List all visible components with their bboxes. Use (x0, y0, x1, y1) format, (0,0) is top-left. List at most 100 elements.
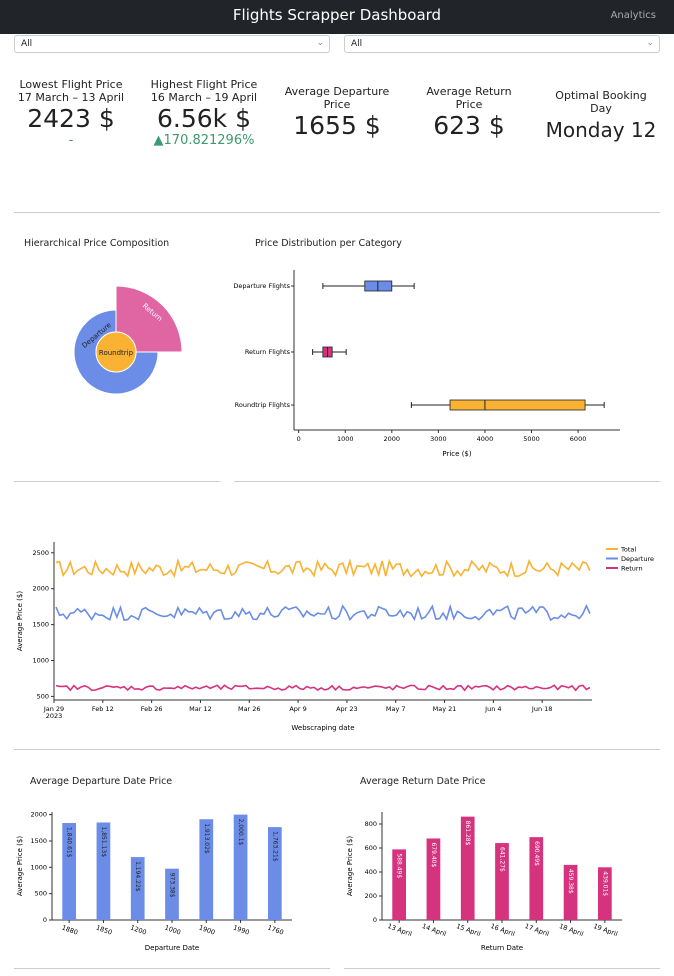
x-axis-label: Return Date (481, 944, 523, 952)
y-tick-label: 400 (365, 868, 377, 876)
kpi-lowest-price: Lowest Flight Price 17 March – 13 April … (8, 78, 134, 148)
bar-value-label: 690.49$ (533, 841, 540, 866)
filter-dropdown-2[interactable]: All ⌄ (344, 35, 660, 53)
x-tick-label: 6000 (570, 435, 587, 443)
divider (344, 968, 660, 969)
x-tick-label: 1760 (266, 924, 284, 937)
navbar: Flights Scrapper Dashboard Analytics (0, 0, 674, 34)
y-tick-label: 500 (37, 692, 49, 700)
y-tick-label: 2000 (32, 585, 49, 593)
bar-value-label: 1,194.22$ (134, 861, 141, 892)
x-tick-label: 1200 (129, 924, 147, 937)
box-chart: 0 1000 2000 3000 4000 5000 6000 Price ($) Depart… (233, 270, 620, 458)
filter-dropdown-1[interactable]: All ⌄ (14, 35, 330, 53)
kpi-label-2: Price (455, 98, 483, 111)
x-tick-label: Jun 18 (531, 705, 553, 713)
divider (14, 749, 660, 750)
x-tick-label: 2023 (46, 712, 63, 720)
y-axis-label: Average Price ($) (346, 836, 354, 896)
divider (234, 481, 660, 482)
kpi-value: 1655 $ (293, 111, 381, 140)
bar-value-label: 679.40$ (430, 842, 437, 867)
bar-value-label: 439.01$ (601, 871, 608, 896)
x-tick-label: Apr 9 (289, 705, 306, 713)
x-tick-label: 5000 (523, 435, 540, 443)
kpi-value: 623 $ (433, 111, 505, 140)
y-tick-label: 200 (365, 892, 377, 900)
chevron-down-icon: ⌄ (316, 38, 324, 48)
sunburst-svg: RoundtripDepartureReturn (73, 285, 183, 395)
kpi-label: Average Return (426, 85, 512, 98)
x-tick-label: 0 (297, 435, 301, 443)
legend-label: Departure (621, 555, 654, 563)
x-tick-label: Mar 26 (238, 705, 261, 713)
y-tick-label: 1500 (30, 837, 47, 845)
filter-value: All (21, 39, 33, 49)
x-tick-label: 1990 (232, 924, 250, 937)
x-tick-label: May 21 (433, 705, 457, 713)
y-tick-label: 1000 (30, 863, 47, 871)
box-roundtrip-flights (449, 399, 586, 411)
x-tick-label: Feb 12 (92, 705, 114, 713)
x-tick-label: 15 April (455, 922, 482, 938)
y-tick-label: 1000 (32, 657, 49, 665)
y-tick-label: 1500 (32, 621, 49, 629)
y-tick-label: 0 (373, 916, 377, 924)
x-tick-label: 14 April (421, 922, 448, 938)
x-tick-label: Feb 26 (141, 705, 163, 713)
y-tick-label: 600 (365, 844, 377, 852)
legend-label: Return (621, 565, 643, 573)
x-tick-label: 3000 (430, 435, 447, 443)
departure-bar-title: Average Departure Date Price (30, 776, 173, 787)
kpi-dates: 17 March – 13 April (17, 91, 125, 104)
x-axis-label: Webscraping date (291, 724, 354, 732)
series-line-departure (55, 603, 591, 622)
sunburst-label-roundtrip: Roundtrip (99, 349, 134, 357)
x-tick-label: 1000 (337, 435, 354, 443)
y-tick-label: 2000 (30, 811, 47, 819)
x-tick-label: 1850 (95, 924, 113, 937)
bar-value-label: 641.27$ (499, 847, 506, 872)
y-tick-label: 800 (365, 820, 377, 828)
divider (14, 481, 220, 482)
kpi-label: Highest Flight Price (150, 78, 258, 91)
series-line-return (55, 684, 591, 692)
y-tick-label: Departure Flights (233, 282, 290, 290)
x-tick-label: Jun 4 (484, 705, 501, 713)
y-axis-label: Average Price ($) (16, 591, 24, 651)
nav-analytics-link[interactable]: Analytics (611, 10, 656, 21)
x-tick-label: 2000 (384, 435, 401, 443)
x-tick-label: 1880 (61, 924, 79, 937)
x-tick-label: Apr 23 (336, 705, 358, 713)
x-tick-label: Mar 12 (189, 705, 212, 713)
x-tick-label: 1000 (164, 924, 182, 937)
divider (14, 968, 330, 969)
kpi-value: Monday 12 (545, 118, 657, 142)
y-tick-label: 0 (43, 916, 47, 924)
line-chart: 5001000150020002500Jan 292023Feb 12 Feb 2… (16, 542, 654, 732)
chevron-down-icon: ⌄ (646, 38, 654, 48)
bar-value-label: 2,000.1$ (237, 819, 244, 846)
kpi-delta: ▲170.821296% (153, 133, 255, 148)
y-tick-label: 500 (35, 890, 47, 898)
kpi-label: Average Departure (284, 85, 390, 98)
bar-value-label: 973.38$ (169, 873, 176, 898)
kpi-value: 6.56k $ (157, 104, 251, 133)
y-tick-label: Roundtrip Flights (235, 401, 291, 409)
kpi-optimal-day: Optimal Booking Day Monday 12 (536, 89, 666, 145)
kpi-dates: 16 March – 19 April (150, 91, 258, 104)
x-tick-label: 13 April (387, 922, 414, 938)
bar-value-label: 861.28$ (464, 821, 471, 846)
y-tick-label: 2500 (32, 549, 49, 557)
sunburst-title: Hierarchical Price Composition (24, 238, 170, 249)
return-bar-title: Average Return Date Price (360, 776, 486, 787)
x-tick-label: 18 April (558, 922, 585, 938)
bar-value-label: 1,913.02$ (203, 823, 210, 854)
x-axis-label: Departure Date (145, 944, 199, 952)
app-title: Flights Scrapper Dashboard (232, 6, 442, 24)
x-tick-label: 17 April (524, 922, 551, 938)
y-axis-label: Average Price ($) (16, 836, 24, 896)
kpi-delta: - (68, 133, 74, 148)
x-axis-label: Price ($) (442, 450, 471, 458)
kpi-avg-departure: Average Departure Price 1655 $ (272, 85, 402, 141)
